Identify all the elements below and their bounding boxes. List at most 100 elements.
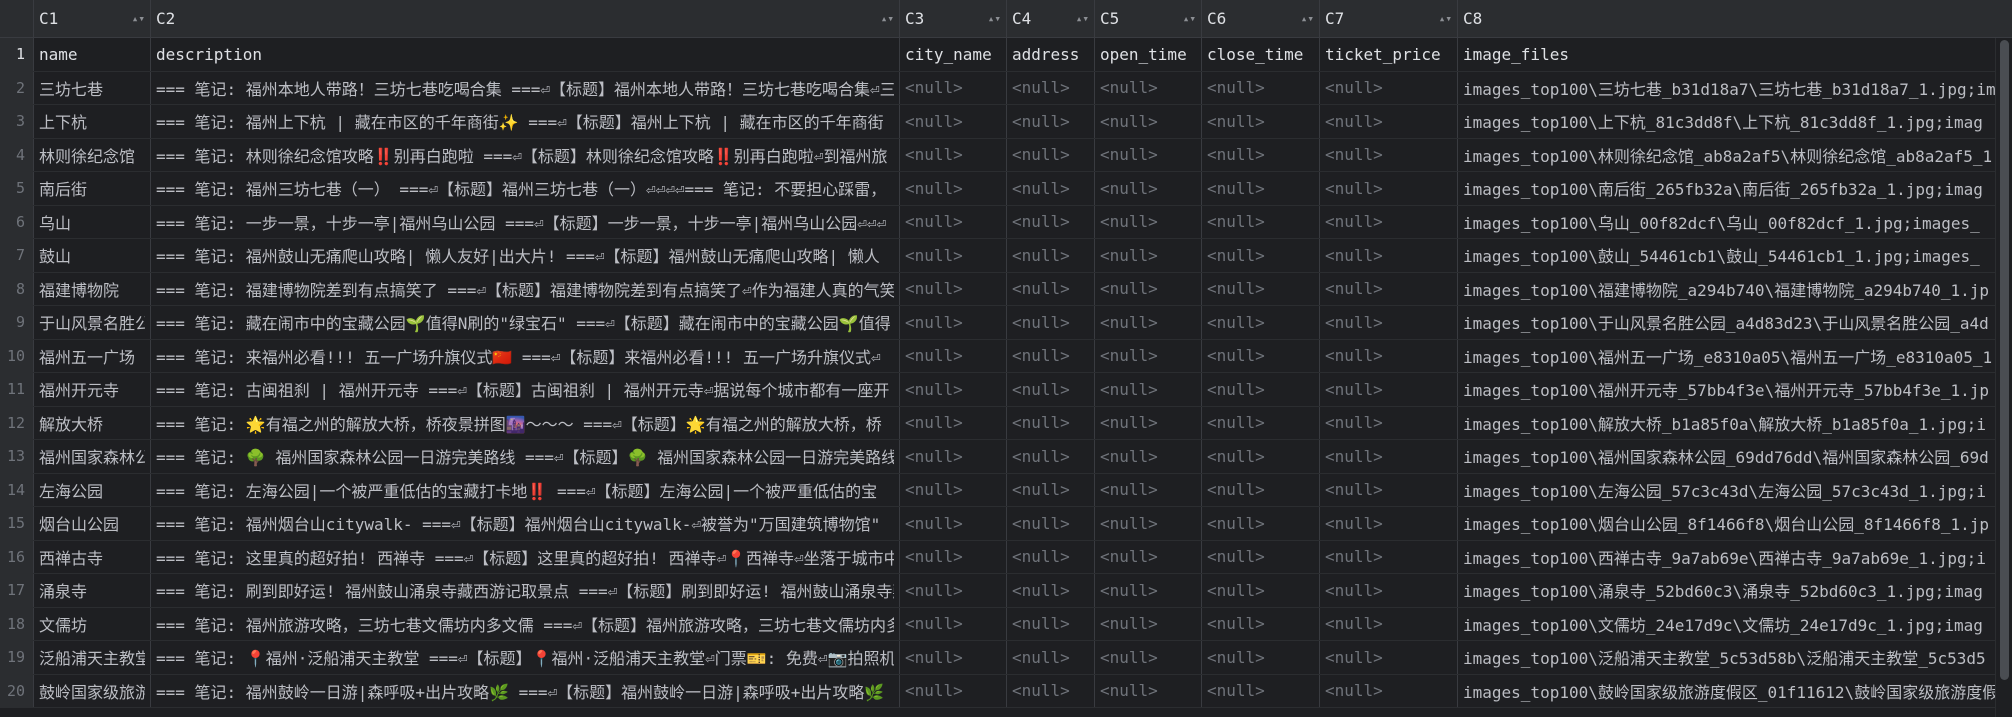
column-header-c8[interactable]: C8 [1458, 0, 2012, 37]
table-cell-name[interactable]: 于山风景名胜公园 [34, 306, 151, 339]
table-cell-description[interactable]: === 笔记: 古闽祖刹 | 福州开元寺 ===⏎【标题】古闽祖刹 | 福州开元… [151, 373, 900, 406]
row-number[interactable]: 17 [0, 574, 34, 607]
table-cell-open-time[interactable]: <null> [1095, 641, 1202, 674]
table-row[interactable]: 3 上下杭 === 笔记: 福州上下杭 | 藏在市区的千年商街✨ ===⏎【标题】福… [0, 105, 2012, 139]
table-cell-open-time[interactable]: <null> [1095, 674, 1202, 707]
table-cell-address[interactable]: <null> [1007, 674, 1095, 707]
table-row[interactable]: 20鼓岭国家级旅游度假区=== 笔记: 福州鼓岭一日游|森呼吸+出片攻略🌿 ==… [0, 674, 2012, 708]
table-row[interactable]: 4 林则徐纪念馆 === 笔记: 林则徐纪念馆攻略‼️别再白跑啦 ===⏎【标题】林… [0, 138, 2012, 172]
table-cell-address[interactable]: <null> [1007, 406, 1095, 439]
table-cell-description[interactable]: === 笔记: 福州上下杭 | 藏在市区的千年商街✨ ===⏎【标题】福州上下杭… [151, 105, 900, 138]
row-number[interactable]: 5 [0, 172, 34, 205]
table-cell-city-name[interactable]: <null> [900, 205, 1007, 238]
row-number[interactable]: 1 [0, 38, 34, 71]
table-row[interactable]: 16 西禅古寺 === 笔记: 这里真的超好拍! 西禅寺 ===⏎【标题】这里真的超… [0, 540, 2012, 574]
table-cell-image-files[interactable]: images_top100\三坊七巷_b31d18a7\三坊七巷_b31d18a… [1458, 72, 2012, 105]
table-cell-description[interactable]: === 笔记: 福州旅游攻略，三坊七巷文儒坊内多文儒 ===⏎【标题】福州旅游攻… [151, 607, 900, 640]
table-row[interactable]: 2 三坊七巷 === 笔记: 福州本地人带路！三坊七巷吃喝合集 ===⏎【标题】福州… [0, 71, 2012, 105]
table-cell-image-files[interactable]: images_top100\福州开元寺_57bb4f3e\福州开元寺_57bb4… [1458, 373, 2012, 406]
table-cell-open-time[interactable]: <null> [1095, 172, 1202, 205]
table-cell-description[interactable]: === 笔记: 📍福州·泛船浦天主教堂 ===⏎【标题】📍福州·泛船浦天主教堂⏎… [151, 641, 900, 674]
table-cell-ticket-price[interactable]: <null> [1320, 507, 1458, 540]
table-cell-ticket-price[interactable]: <null> [1320, 138, 1458, 171]
table-cell-ticket-price[interactable]: <null> [1320, 641, 1458, 674]
table-cell-description[interactable]: === 笔记: 🌳 福州国家森林公园一日游完美路线 ===⏎【标题】🌳 福州国家… [151, 440, 900, 473]
table-cell-city-name[interactable]: <null> [900, 406, 1007, 439]
table-cell-name[interactable]: 乌山 [34, 205, 151, 238]
row-number-header[interactable] [0, 0, 34, 37]
table-cell-close-time[interactable]: <null> [1202, 339, 1320, 372]
table-cell-open-time[interactable]: <null> [1095, 105, 1202, 138]
table-cell-open-time[interactable]: <null> [1095, 373, 1202, 406]
column-header-c5[interactable]: C5 ▴▾ [1095, 0, 1202, 37]
table-cell-ticket-price[interactable]: <null> [1320, 239, 1458, 272]
table-row[interactable]: 11 福州开元寺 === 笔记: 古闽祖刹 | 福州开元寺 ===⏎【标题】古闽祖刹… [0, 373, 2012, 407]
table-cell-name[interactable]: 西禅古寺 [34, 540, 151, 573]
table-cell-image-files[interactable]: images_top100\烟台山公园_8f1466f8\烟台山公园_8f146… [1458, 507, 2012, 540]
table-row[interactable]: 15 烟台山公园 === 笔记: 福州烟台山citywalk- ===⏎【标题】福州… [0, 507, 2012, 541]
row-number[interactable]: 20 [0, 674, 34, 707]
table-cell-city-name[interactable]: <null> [900, 641, 1007, 674]
table-cell-image-files[interactable]: images_top100\泛船浦天主教堂_5c53d58b\泛船浦天主教堂_5… [1458, 641, 2012, 674]
table-row[interactable]: 19 泛船浦天主教堂 === 笔记: 📍福州·泛船浦天主教堂 ===⏎【标题】📍福州… [0, 641, 2012, 675]
table-cell-name[interactable]: 鼓山 [34, 239, 151, 272]
table-cell-open-time[interactable]: <null> [1095, 574, 1202, 607]
table-cell[interactable]: close_time [1202, 38, 1320, 71]
table-cell-city-name[interactable]: <null> [900, 440, 1007, 473]
table-cell-description[interactable]: === 笔记: 藏在闹市中的宝藏公园🌱值得N刷的"绿宝石" ===⏎【标题】藏在… [151, 306, 900, 339]
table-cell-description[interactable]: === 笔记: 福州鼓山无痛爬山攻略| 懒人友好|出大片! ===⏎【标题】福州… [151, 239, 900, 272]
table-cell-open-time[interactable]: <null> [1095, 540, 1202, 573]
table-cell-open-time[interactable]: <null> [1095, 71, 1202, 104]
scrollbar-thumb[interactable] [2000, 40, 2009, 680]
table-cell-address[interactable]: <null> [1007, 607, 1095, 640]
table-cell-image-files[interactable]: images_top100\于山风景名胜公园_a4d83d23\于山风景名胜公园… [1458, 306, 2012, 339]
table-cell-address[interactable]: <null> [1007, 205, 1095, 238]
table-cell-open-time[interactable]: <null> [1095, 339, 1202, 372]
table-cell-address[interactable]: <null> [1007, 373, 1095, 406]
table-cell-description[interactable]: === 笔记: 一步一景，十步一亭|福州乌山公园 ===⏎【标题】一步一景，十步… [151, 205, 900, 238]
table-cell-name[interactable]: 福建博物院 [34, 272, 151, 305]
column-header-c4[interactable]: C4 ▴▾ [1007, 0, 1095, 37]
table-cell-address[interactable]: <null> [1007, 440, 1095, 473]
table-cell-open-time[interactable]: <null> [1095, 205, 1202, 238]
table-cell-address[interactable]: <null> [1007, 507, 1095, 540]
table-cell-city-name[interactable]: <null> [900, 607, 1007, 640]
table-cell-address[interactable]: <null> [1007, 574, 1095, 607]
table-cell-name[interactable]: 福州五一广场 [34, 339, 151, 372]
table-cell-image-files[interactable]: images_top100\左海公园_57c3c43d\左海公园_57c3c43… [1458, 474, 2012, 507]
table-cell-close-time[interactable]: <null> [1202, 373, 1320, 406]
table-cell-address[interactable]: <null> [1007, 540, 1095, 573]
table-cell-ticket-price[interactable]: <null> [1320, 607, 1458, 640]
table-cell[interactable]: name [34, 38, 151, 71]
table-cell-description[interactable]: === 笔记: 福州三坊七巷（一） ===⏎【标题】福州三坊七巷（一）⏎⏎⏎⏎=… [151, 172, 900, 205]
table-cell-ticket-price[interactable]: <null> [1320, 172, 1458, 205]
row-number[interactable]: 2 [0, 71, 34, 104]
table-cell-image-files[interactable]: images_top100\林则徐纪念馆_ab8a2af5\林则徐纪念馆_ab8… [1458, 139, 2012, 172]
table-cell-image-files[interactable]: images_top100\南后街_265fb32a\南后街_265fb32a_… [1458, 172, 2012, 205]
table-cell-description[interactable]: === 笔记: 福州烟台山citywalk- ===⏎【标题】福州烟台山city… [151, 507, 900, 540]
table-cell-name[interactable]: 上下杭 [34, 105, 151, 138]
column-header-c7[interactable]: C7 ▴▾ [1320, 0, 1458, 37]
table-cell-address[interactable]: <null> [1007, 105, 1095, 138]
table-cell-city-name[interactable]: <null> [900, 272, 1007, 305]
table-cell-name[interactable]: 烟台山公园 [34, 507, 151, 540]
table-cell-city-name[interactable]: <null> [900, 574, 1007, 607]
table-cell-image-files[interactable]: images_top100\福州五一广场_e8310a05\福州五一广场_e83… [1458, 340, 2012, 373]
table-cell-open-time[interactable]: <null> [1095, 607, 1202, 640]
table-cell-name[interactable]: 解放大桥 [34, 406, 151, 439]
table-cell-city-name[interactable]: <null> [900, 507, 1007, 540]
table-row[interactable]: 5 南后街 === 笔记: 福州三坊七巷（一） ===⏎【标题】福州三坊七巷（一）⏎… [0, 172, 2012, 206]
table-cell-image-files[interactable]: images_top100\鼓岭国家级旅游度假区_01f11612\鼓岭国家级旅… [1458, 675, 2012, 708]
table-cell-name[interactable]: 福州开元寺 [34, 373, 151, 406]
sort-icon[interactable]: ▴▾ [132, 13, 145, 24]
table-cell-close-time[interactable]: <null> [1202, 674, 1320, 707]
table-row[interactable]: 18 文儒坊 === 笔记: 福州旅游攻略，三坊七巷文儒坊内多文儒 ===⏎【标题】… [0, 607, 2012, 641]
table-cell-description[interactable]: === 笔记: 🌟有福之州的解放大桥，桥夜景拼图🌆～～～ ===⏎【标题】🌟有福… [151, 406, 900, 439]
table-cell-name[interactable]: 福州国家森林公园 [34, 440, 151, 473]
table-cell-close-time[interactable]: <null> [1202, 138, 1320, 171]
table-cell-ticket-price[interactable]: <null> [1320, 306, 1458, 339]
row-number[interactable]: 11 [0, 373, 34, 406]
table-row[interactable]: 6 乌山 === 笔记: 一步一景，十步一亭|福州乌山公园 ===⏎【标题】一步一景… [0, 205, 2012, 239]
table-row[interactable]: 8 福建博物院 === 笔记: 福建博物院差到有点搞笑了 ===⏎【标题】福建博物院… [0, 272, 2012, 306]
table-cell-name[interactable]: 林则徐纪念馆 [34, 138, 151, 171]
